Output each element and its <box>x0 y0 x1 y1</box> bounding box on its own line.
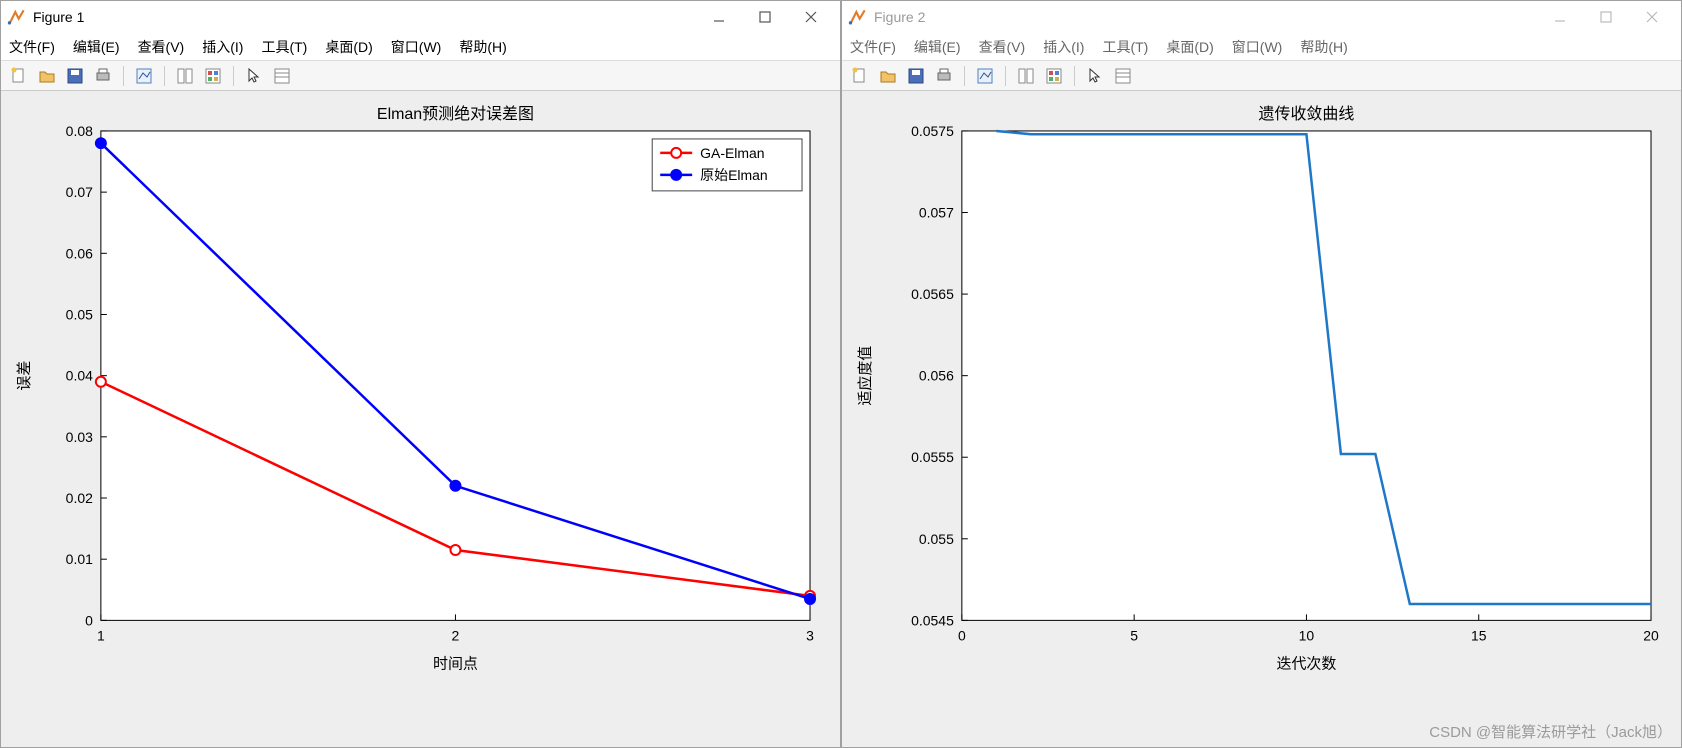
menubar: 文件(F) 编辑(E) 查看(V) 插入(I) 工具(T) 桌面(D) 窗口(W… <box>1 33 840 61</box>
close-button[interactable] <box>788 2 834 32</box>
window-title: Figure 2 <box>874 9 1537 25</box>
svg-text:迭代次数: 迭代次数 <box>1277 655 1337 672</box>
link-icon[interactable] <box>173 64 197 88</box>
svg-text:0: 0 <box>958 627 966 643</box>
print-icon[interactable] <box>932 64 956 88</box>
titlebar[interactable]: Figure 1 <box>1 1 840 33</box>
svg-text:原始Elman: 原始Elman <box>700 167 768 183</box>
maximize-button[interactable] <box>742 2 788 32</box>
svg-text:0.0545: 0.0545 <box>911 612 954 628</box>
open-icon[interactable] <box>876 64 900 88</box>
figure-window-1: Figure 1 文件(F) 编辑(E) 查看(V) 插入(I) 工具(T) 桌… <box>0 0 841 748</box>
toolbar <box>1 61 840 91</box>
svg-text:适应度值: 适应度值 <box>856 346 874 406</box>
menu-insert[interactable]: 插入(I) <box>202 37 243 57</box>
svg-text:0.02: 0.02 <box>66 490 93 506</box>
svg-text:2: 2 <box>452 627 460 643</box>
menu-window[interactable]: 窗口(W) <box>1232 37 1283 57</box>
window-title: Figure 1 <box>33 9 696 25</box>
menu-tools[interactable]: 工具(T) <box>261 37 307 57</box>
svg-text:0: 0 <box>85 612 93 628</box>
print-icon[interactable] <box>91 64 115 88</box>
colorbar-icon[interactable] <box>201 64 225 88</box>
svg-text:0.0575: 0.0575 <box>911 123 954 139</box>
svg-text:20: 20 <box>1643 627 1659 643</box>
plot-canvas-1[interactable]: 1 2 3 0 0.01 0.02 0.03 0.04 0.05 0.06 0.07 0.08 Elma… <box>1 91 840 747</box>
svg-text:3: 3 <box>806 627 814 643</box>
menu-edit[interactable]: 编辑(E) <box>73 37 120 57</box>
svg-text:5: 5 <box>1130 627 1138 643</box>
svg-text:遗传收敛曲线: 遗传收敛曲线 <box>1259 105 1355 123</box>
menu-help[interactable]: 帮助(H) <box>1300 37 1347 57</box>
svg-text:0.08: 0.08 <box>66 123 93 139</box>
svg-text:10: 10 <box>1299 627 1315 643</box>
pointer-icon[interactable] <box>242 64 266 88</box>
open-icon[interactable] <box>35 64 59 88</box>
save-icon[interactable] <box>63 64 87 88</box>
menu-help[interactable]: 帮助(H) <box>459 37 506 57</box>
menu-view[interactable]: 查看(V) <box>138 37 185 57</box>
new-file-icon[interactable] <box>7 64 31 88</box>
svg-text:时间点: 时间点 <box>433 655 478 672</box>
svg-text:Elman预测绝对误差图: Elman预测绝对误差图 <box>377 105 534 123</box>
svg-text:0.01: 0.01 <box>66 551 93 567</box>
colorbar-icon[interactable] <box>1042 64 1066 88</box>
menubar: 文件(F) 编辑(E) 查看(V) 插入(I) 工具(T) 桌面(D) 窗口(W… <box>842 33 1681 61</box>
svg-text:误差: 误差 <box>16 361 33 391</box>
menu-file[interactable]: 文件(F) <box>850 37 896 57</box>
data-cursor-icon[interactable] <box>973 64 997 88</box>
toolbar <box>842 61 1681 91</box>
titlebar[interactable]: Figure 2 <box>842 1 1681 33</box>
menu-tools[interactable]: 工具(T) <box>1102 37 1148 57</box>
svg-text:GA-Elman: GA-Elman <box>700 145 764 161</box>
svg-text:0.07: 0.07 <box>66 184 93 200</box>
svg-text:0.04: 0.04 <box>66 368 93 384</box>
menu-insert[interactable]: 插入(I) <box>1043 37 1084 57</box>
plot-canvas-2[interactable]: 0 5 10 15 20 0.0545 0.055 0.0555 0.056 0.0565 0.05… <box>842 91 1681 747</box>
menu-file[interactable]: 文件(F) <box>9 37 55 57</box>
svg-text:1: 1 <box>97 627 105 643</box>
pointer-icon[interactable] <box>1083 64 1107 88</box>
menu-edit[interactable]: 编辑(E) <box>914 37 961 57</box>
svg-text:0.056: 0.056 <box>919 368 954 384</box>
matlab-logo-icon <box>7 7 27 27</box>
property-icon[interactable] <box>270 64 294 88</box>
link-icon[interactable] <box>1014 64 1038 88</box>
data-cursor-icon[interactable] <box>132 64 156 88</box>
svg-text:0.03: 0.03 <box>66 429 93 445</box>
menu-desktop[interactable]: 桌面(D) <box>325 37 372 57</box>
svg-text:0.057: 0.057 <box>919 205 954 221</box>
watermark: CSDN @智能算法研学社（Jack旭） <box>1429 721 1672 742</box>
property-icon[interactable] <box>1111 64 1135 88</box>
maximize-button[interactable] <box>1583 2 1629 32</box>
matlab-logo-icon <box>848 7 868 27</box>
svg-text:0.055: 0.055 <box>919 531 954 547</box>
close-button[interactable] <box>1629 2 1675 32</box>
menu-desktop[interactable]: 桌面(D) <box>1166 37 1213 57</box>
svg-text:0.06: 0.06 <box>66 245 93 261</box>
svg-text:0.05: 0.05 <box>66 306 93 322</box>
svg-text:15: 15 <box>1471 627 1487 643</box>
save-icon[interactable] <box>904 64 928 88</box>
menu-view[interactable]: 查看(V) <box>979 37 1026 57</box>
menu-window[interactable]: 窗口(W) <box>391 37 442 57</box>
minimize-button[interactable] <box>696 2 742 32</box>
svg-text:0.0555: 0.0555 <box>911 449 954 465</box>
new-file-icon[interactable] <box>848 64 872 88</box>
figure-window-2: Figure 2 文件(F) 编辑(E) 查看(V) 插入(I) 工具(T) 桌… <box>841 0 1682 748</box>
svg-text:0.0565: 0.0565 <box>911 286 954 302</box>
minimize-button[interactable] <box>1537 2 1583 32</box>
